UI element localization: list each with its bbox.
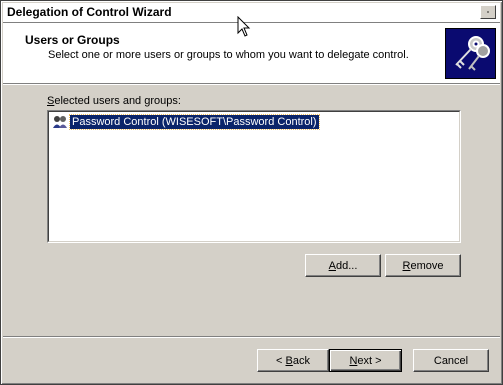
remove-button[interactable]: Remove: [385, 254, 461, 277]
add-button[interactable]: Add...: [305, 254, 381, 277]
wizard-header: Users or Groups Select one or more users…: [3, 23, 500, 84]
title-bar[interactable]: Delegation of Control Wizard: [3, 3, 500, 23]
window-title: Delegation of Control Wizard: [7, 5, 172, 19]
back-button[interactable]: < Back: [257, 349, 329, 372]
mouse-cursor-icon: [237, 16, 251, 37]
header-divider: [3, 84, 500, 85]
selected-users-list[interactable]: Password Control (WISESOFT\Password Cont…: [47, 110, 461, 243]
keys-icon: [445, 28, 496, 79]
selected-users-label: Selected users and groups:: [47, 95, 181, 107]
group-icon: [53, 116, 67, 128]
list-item[interactable]: Password Control (WISESOFT\Password Cont…: [52, 114, 320, 130]
cancel-button[interactable]: Cancel: [413, 349, 489, 372]
next-button[interactable]: Next >: [329, 349, 402, 372]
list-item-label: Password Control (WISESOFT\Password Cont…: [69, 114, 320, 130]
close-button[interactable]: [480, 5, 496, 19]
page-subtitle: Select one or more users or groups to wh…: [48, 49, 409, 61]
page-title: Users or Groups: [25, 33, 120, 47]
close-icon: [487, 10, 489, 14]
wizard-window: Delegation of Control Wizard Users or Gr…: [0, 0, 503, 385]
